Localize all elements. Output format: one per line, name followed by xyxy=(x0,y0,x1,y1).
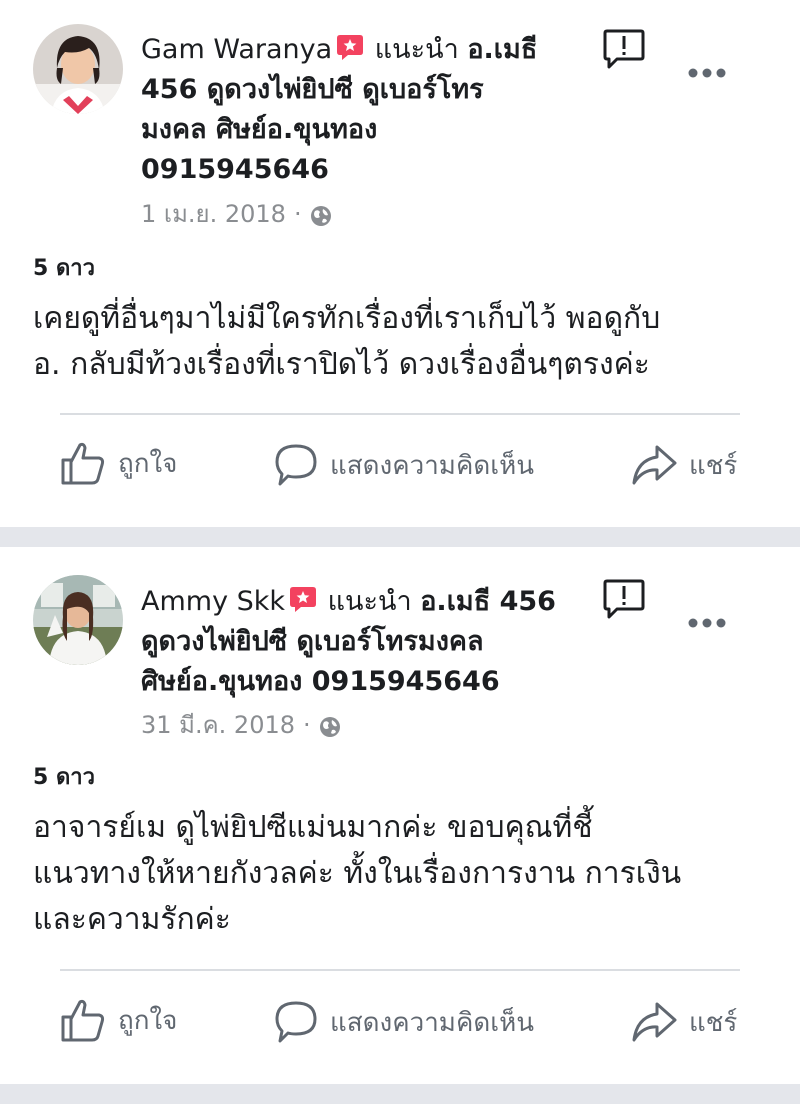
report-icon[interactable] xyxy=(603,578,645,620)
comment-button[interactable]: แสดงความคิดเห็น xyxy=(274,443,534,487)
comment-label: แสดงความคิดเห็น xyxy=(330,1007,535,1038)
page-name-line[interactable]: 0915945646 xyxy=(141,154,329,185)
share-button[interactable]: แชร์ xyxy=(631,1000,737,1044)
like-label: ถูกใจ xyxy=(118,1005,178,1036)
recommends-label: แนะนำ xyxy=(374,34,459,65)
globe-icon xyxy=(319,714,341,737)
comment-icon xyxy=(275,1001,317,1043)
actions-divider xyxy=(60,969,740,971)
actions-divider xyxy=(60,413,740,415)
review-text-line: อาจารย์เม ดูไพ่ยิปซีแม่นมากค่ะ ขอบคุณที่… xyxy=(33,810,593,845)
page-name-line[interactable]: 456 ดูดวงไพ่ยิปซี ดูเบอร์โทร xyxy=(141,74,484,105)
share-label: แชร์ xyxy=(689,1007,738,1038)
more-icon[interactable] xyxy=(687,64,727,78)
share-button[interactable]: แชร์ xyxy=(631,443,737,487)
review-text-line: และความรักค่ะ xyxy=(33,902,231,937)
review-card-2: Ammy Skk แนะนำ อ.เมธี 456 ดูดวงไพ่ยิปซี … xyxy=(0,547,800,1084)
comment-button[interactable]: แสดงความคิดเห็น xyxy=(274,1000,534,1044)
meta-separator: · xyxy=(303,711,311,739)
page-name[interactable]: อ.เมธี xyxy=(467,34,537,65)
review-card-1: Gam Waranya แนะนำ อ.เมธี 456 ดูดวงไพ่ยิป… xyxy=(0,0,800,527)
like-button[interactable]: ถูกใจ xyxy=(60,998,177,1042)
page-name-line[interactable]: มงคล ศิษย์อ.ขุนทอง xyxy=(141,114,377,145)
page-name-line[interactable]: ศิษย์อ.ขุนทอง 0915945646 xyxy=(141,666,500,697)
author-name[interactable]: Ammy Skk xyxy=(141,586,285,617)
author-avatar[interactable] xyxy=(33,24,123,114)
author-name[interactable]: Gam Waranya xyxy=(141,34,332,65)
like-icon xyxy=(61,442,105,485)
review-text-line: แนวทางให้หายกังวลค่ะ ทั้งในเรื่องการงาน … xyxy=(33,856,682,891)
review-header: Ammy Skk แนะนำ อ.เมธี 456 ดูดวงไพ่ยิปซี … xyxy=(141,582,581,702)
comment-label: แสดงความคิดเห็น xyxy=(330,450,535,481)
feed-separator xyxy=(0,1084,800,1104)
page-name-line[interactable]: ดูดวงไพ่ยิปซี ดูเบอร์โทรมงคล xyxy=(141,626,483,657)
page-name[interactable]: อ.เมธี 456 xyxy=(420,586,556,617)
review-rating: 5 ดาว xyxy=(33,256,95,281)
review-date[interactable]: 1 เม.ย. 2018 xyxy=(141,198,286,230)
like-label: ถูกใจ xyxy=(118,448,178,479)
share-label: แชร์ xyxy=(689,450,738,481)
share-icon xyxy=(632,1002,677,1042)
review-meta: 31 มี.ค. 2018 · xyxy=(141,709,341,741)
report-icon[interactable] xyxy=(603,28,645,70)
recommend-badge-icon xyxy=(336,33,364,60)
like-button[interactable]: ถูกใจ xyxy=(60,441,177,485)
meta-separator: · xyxy=(293,200,302,228)
review-date[interactable]: 31 มี.ค. 2018 xyxy=(141,709,295,741)
review-text-line: อ. กลับมีท้วงเรื่องที่เราปิดไว้ ดวงเรื่อ… xyxy=(33,347,650,382)
review-rating: 5 ดาว xyxy=(33,765,95,790)
review-text: อาจารย์เม ดูไพ่ยิปซีแม่นมากค่ะ ขอบคุณที่… xyxy=(33,805,773,943)
more-icon[interactable] xyxy=(687,614,727,628)
feed-separator xyxy=(0,527,800,547)
review-text: เคยดูที่อื่นๆมาไม่มีใครทักเรื่องที่เราเก… xyxy=(33,296,773,388)
review-header: Gam Waranya แนะนำ อ.เมธี 456 ดูดวงไพ่ยิป… xyxy=(141,30,581,190)
recommends-label: แนะนำ xyxy=(327,586,412,617)
review-text-line: เคยดูที่อื่นๆมาไม่มีใครทักเรื่องที่เราเก… xyxy=(33,301,661,336)
comment-icon xyxy=(275,444,317,486)
author-avatar[interactable] xyxy=(33,575,123,665)
globe-icon xyxy=(310,203,332,226)
like-icon xyxy=(61,999,105,1042)
share-icon xyxy=(632,445,677,485)
review-meta: 1 เม.ย. 2018 · xyxy=(141,198,332,230)
recommend-badge-icon xyxy=(289,585,317,612)
